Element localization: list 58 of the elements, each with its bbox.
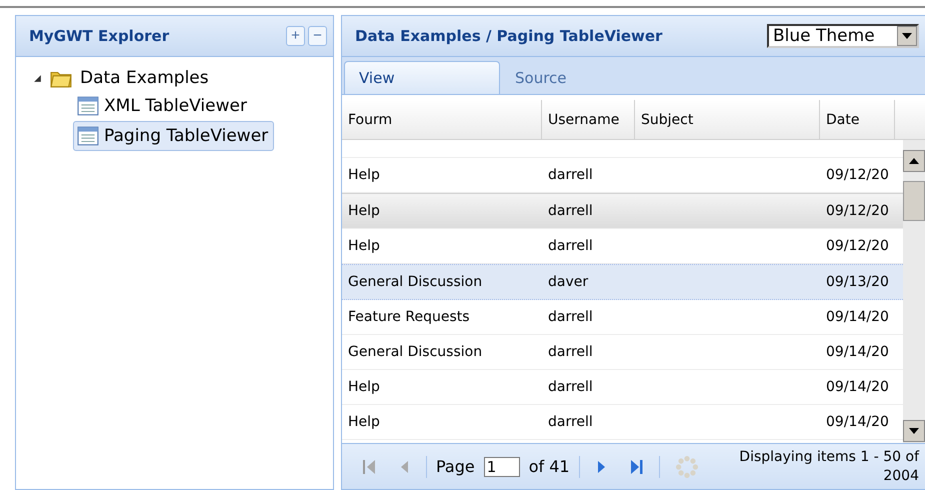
table-cell: Help xyxy=(348,167,380,183)
scroll-up-icon[interactable] xyxy=(909,158,919,164)
table-cell: Help xyxy=(348,414,380,430)
theme-select[interactable]: Blue Theme xyxy=(767,24,919,48)
table-cell: darrell xyxy=(548,309,593,325)
dropdown-arrow-icon xyxy=(902,33,912,39)
table-cell: 09/12/20 xyxy=(826,167,889,183)
table-cell: 09/12/20 xyxy=(826,203,889,219)
first-page-icon[interactable] xyxy=(362,458,376,474)
status-text: Displaying items 1 - 50 of 2004 xyxy=(738,448,919,486)
table-cell: General Discussion xyxy=(348,274,482,290)
table-cell: darrell xyxy=(548,379,593,395)
page-count: of 41 xyxy=(528,457,570,476)
table-row[interactable]: General Discussion daver 09/13/20 xyxy=(342,264,903,300)
table-row[interactable]: Help darrell 09/14/20 xyxy=(342,405,903,440)
table-cell: 09/14/20 xyxy=(826,344,889,360)
tree-item[interactable]: Paging TableViewer xyxy=(73,121,274,151)
table-icon xyxy=(77,96,99,116)
table-cell: Help xyxy=(348,203,380,219)
page-label: Page xyxy=(436,457,475,476)
scroll-down-icon[interactable] xyxy=(909,428,919,434)
table-cell: Help xyxy=(348,379,380,395)
panel-title: MyGWT Explorer xyxy=(29,27,170,45)
expand-triangle-icon[interactable] xyxy=(33,74,42,82)
tool-button[interactable]: − xyxy=(308,26,327,46)
column-header[interactable]: Fourm xyxy=(342,100,542,139)
page-input[interactable]: 1 xyxy=(484,456,520,476)
last-page-icon[interactable] xyxy=(630,458,644,474)
tree-item[interactable]: Data Examples xyxy=(80,68,209,88)
table-cell: darrell xyxy=(548,344,593,360)
panel-title: Data Examples / Paging TableViewer xyxy=(355,27,662,45)
table-row[interactable]: Help darrell 09/12/20 xyxy=(342,193,903,229)
table-row[interactable]: General Discussion darrell 09/14/20 xyxy=(342,335,903,370)
scrollbar[interactable] xyxy=(903,140,925,443)
table-cell: Feature Requests xyxy=(348,309,470,325)
table-cell: 09/14/20 xyxy=(826,414,889,430)
table-cell: 09/12/20 xyxy=(826,238,889,254)
table-cell: 09/13/20 xyxy=(826,274,889,290)
table-row[interactable]: Feature Requests darrell 09/14/20 xyxy=(342,300,903,335)
table-cell: General Discussion xyxy=(348,344,482,360)
tool-button[interactable]: + xyxy=(286,26,305,46)
table-row[interactable]: Help darrell 09/14/20 xyxy=(342,370,903,405)
column-header[interactable]: Date xyxy=(820,100,895,139)
table-cell: darrell xyxy=(548,203,593,219)
tab[interactable]: View xyxy=(344,61,500,94)
table-cell: darrell xyxy=(548,167,593,183)
tab[interactable]: Source xyxy=(500,61,656,94)
table-cell: darrell xyxy=(548,414,593,430)
table-cell: 09/14/20 xyxy=(826,309,889,325)
table-icon xyxy=(77,126,99,146)
column-header[interactable]: Username xyxy=(542,100,635,139)
table-cell: 09/14/20 xyxy=(826,379,889,395)
scrollbar-thumb[interactable] xyxy=(903,181,925,221)
table-cell: Help xyxy=(348,238,380,254)
table-cell: daver xyxy=(548,274,588,290)
table-cell: darrell xyxy=(548,238,593,254)
column-header[interactable]: Subject xyxy=(635,100,820,139)
tree-item[interactable]: XML TableViewer xyxy=(73,91,253,121)
